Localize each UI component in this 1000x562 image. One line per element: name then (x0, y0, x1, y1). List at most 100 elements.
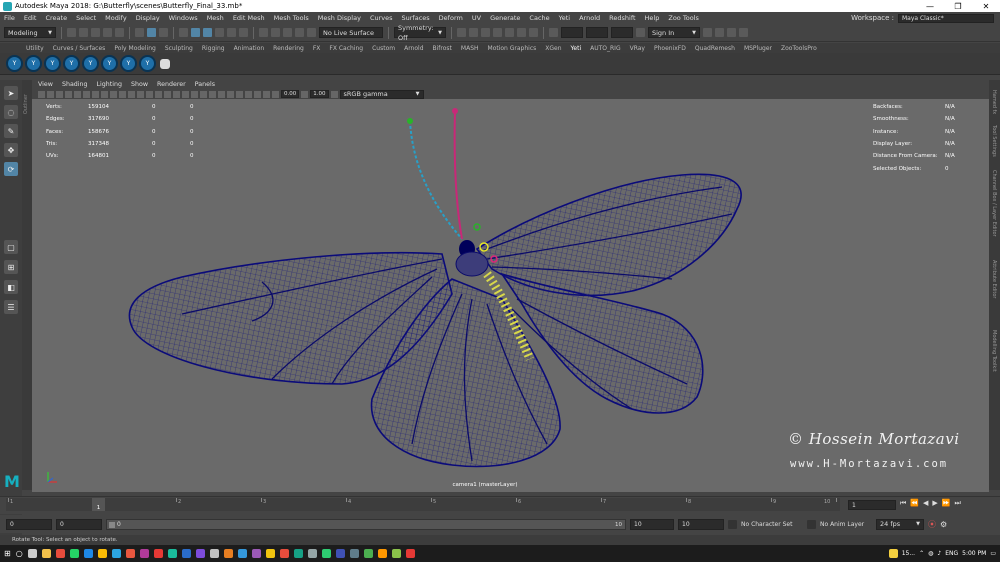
shelf-tab-zootoolspro[interactable]: ZooToolsPro (781, 45, 817, 52)
render-settings-icon[interactable] (493, 28, 502, 37)
panel-menu-view[interactable]: View (38, 81, 53, 88)
anim-prefs-icon[interactable]: ⚙ (940, 520, 947, 529)
toggle-modeling-toolkit-icon[interactable] (703, 28, 712, 37)
utility-icon[interactable] (307, 549, 317, 558)
panel-menu-renderer[interactable]: Renderer (157, 81, 186, 88)
menu-windows[interactable]: Windows (169, 14, 198, 22)
range-handle[interactable] (109, 521, 115, 528)
notepad-icon[interactable] (209, 549, 219, 558)
yeti-cache-icon[interactable]: Y (101, 55, 118, 72)
multisample-aa-icon[interactable] (218, 90, 225, 98)
menu-create[interactable]: Create (45, 14, 67, 22)
marmoset-icon[interactable] (279, 549, 289, 558)
snap-live-icon[interactable] (307, 28, 316, 37)
menu-mesh[interactable]: Mesh (207, 14, 224, 22)
gate-mask-icon[interactable] (101, 90, 108, 98)
wireframe-icon[interactable] (137, 90, 144, 98)
yeti-brush-icon[interactable]: Y (120, 55, 137, 72)
tab-channel-box[interactable]: Channel Box / Layer Editor (991, 170, 997, 237)
menu-zoo-tools[interactable]: Zoo Tools (668, 14, 699, 22)
safe-title-icon[interactable] (128, 90, 135, 98)
volume-icon[interactable]: ♪ (937, 550, 941, 557)
panel-menu-shading[interactable]: Shading (62, 81, 88, 88)
whatsapp-icon[interactable] (69, 549, 79, 558)
illustrator-icon[interactable] (223, 549, 233, 558)
minimize-icon[interactable]: — (916, 2, 944, 11)
workspace-dropdown[interactable]: Maya Classic* (898, 13, 994, 23)
input-x-field[interactable] (561, 27, 583, 38)
camera-select-icon[interactable] (38, 90, 45, 98)
yeti-guide-icon[interactable]: Y (44, 55, 61, 72)
shelf-tab-fx[interactable]: FX (313, 45, 321, 52)
snap-curve-icon[interactable] (271, 28, 280, 37)
play-forward-icon[interactable]: ▶ (932, 499, 937, 508)
go-to-end-icon[interactable]: ⏭ (955, 499, 961, 508)
menu-generate[interactable]: Generate (490, 14, 520, 22)
smooth-shade-icon[interactable] (146, 90, 153, 98)
hypershade-icon[interactable] (505, 28, 514, 37)
arnold-render-icon[interactable] (529, 28, 538, 37)
network-icon[interactable]: ◍ (928, 550, 933, 557)
render-view-icon[interactable] (517, 28, 526, 37)
fps-dropdown[interactable]: 24 fps ▼ (876, 518, 924, 530)
clock-time[interactable]: 5:00 PM (962, 550, 986, 557)
word-icon[interactable] (335, 549, 345, 558)
xray-active-icon[interactable] (263, 90, 270, 98)
exposure-field[interactable]: 0.00 (281, 90, 300, 98)
shelf-tab-curves-surfaces[interactable]: Curves / Surfaces (53, 45, 106, 52)
color-management-icon[interactable] (330, 90, 338, 98)
render-current-frame-icon[interactable] (469, 28, 478, 37)
yeti-settings-icon[interactable] (160, 58, 170, 69)
toggle-tool-settings-icon[interactable] (727, 28, 736, 37)
shelf-tab-auto-rig[interactable]: AUTO_RIG (590, 45, 620, 52)
shelf-tab-mash[interactable]: MASH (461, 45, 479, 52)
yeti-groom-icon[interactable]: Y (25, 55, 42, 72)
shelf-tab-utility[interactable]: Utility (26, 45, 44, 52)
default-material-icon[interactable] (155, 90, 162, 98)
menu-deform[interactable]: Deform (439, 14, 463, 22)
toggle-attribute-editor-icon[interactable] (715, 28, 724, 37)
new-scene-icon[interactable] (67, 28, 76, 37)
select-tool-icon[interactable]: ➤ (4, 86, 18, 100)
menuset-dropdown[interactable]: Modeling ▼ (4, 27, 56, 38)
four-view-layout-icon[interactable]: ⊞ (4, 260, 18, 274)
yeti-graph-icon[interactable]: Y (82, 55, 99, 72)
maximize-icon[interactable]: ❐ (944, 2, 972, 11)
go-to-start-icon[interactable]: ⏮ (900, 499, 906, 508)
menu-help[interactable]: Help (645, 14, 660, 22)
shelf-tab-fx-caching[interactable]: FX Caching (329, 45, 363, 52)
anim-end-field[interactable]: 10 (630, 518, 674, 530)
menu-file[interactable]: File (4, 14, 15, 22)
tab-attribute-editor[interactable]: Attribute Editor (991, 260, 997, 298)
shadows-icon[interactable] (191, 90, 198, 98)
shelf-tab-vray[interactable]: VRay (630, 45, 645, 52)
browser-icon[interactable] (321, 549, 331, 558)
shelf-tab-animation[interactable]: Animation (234, 45, 265, 52)
lasso-tool-icon[interactable]: ◌ (4, 105, 18, 119)
yeti-node-icon[interactable]: Y (6, 55, 23, 72)
app-icon[interactable] (139, 549, 149, 558)
premiere-icon[interactable] (195, 549, 205, 558)
media-icon[interactable] (125, 549, 135, 558)
maya-taskbar-icon[interactable] (167, 549, 177, 558)
select-hierarchy-icon[interactable] (135, 28, 144, 37)
live-surface-field[interactable]: No Live Surface (319, 27, 383, 38)
tab-hamed-fx[interactable]: Hamed fx (991, 90, 997, 114)
menu-display[interactable]: Display (136, 14, 160, 22)
current-frame-marker[interactable]: 1 (92, 498, 105, 511)
mask-vertex-icon[interactable] (191, 28, 200, 37)
film-gate-icon[interactable] (83, 90, 90, 98)
textured-icon[interactable] (173, 90, 180, 98)
outliner-layout-icon[interactable]: ☰ (4, 300, 18, 314)
shelf-tab-arnold[interactable]: Arnold (404, 45, 423, 52)
menu-cache[interactable]: Cache (529, 14, 549, 22)
vpn-icon[interactable] (349, 549, 359, 558)
ipr-render-icon[interactable] (481, 28, 490, 37)
yeti-comb-icon[interactable]: Y (139, 55, 156, 72)
snap-view-plane-icon[interactable] (295, 28, 304, 37)
image-plane-icon[interactable] (65, 90, 72, 98)
menu-edit-mesh[interactable]: Edit Mesh (233, 14, 265, 22)
yeti-feather-icon[interactable]: Y (63, 55, 80, 72)
shelf-tab-phoenixfd[interactable]: PhoenixFD (654, 45, 686, 52)
input-line-icon[interactable] (549, 28, 558, 37)
